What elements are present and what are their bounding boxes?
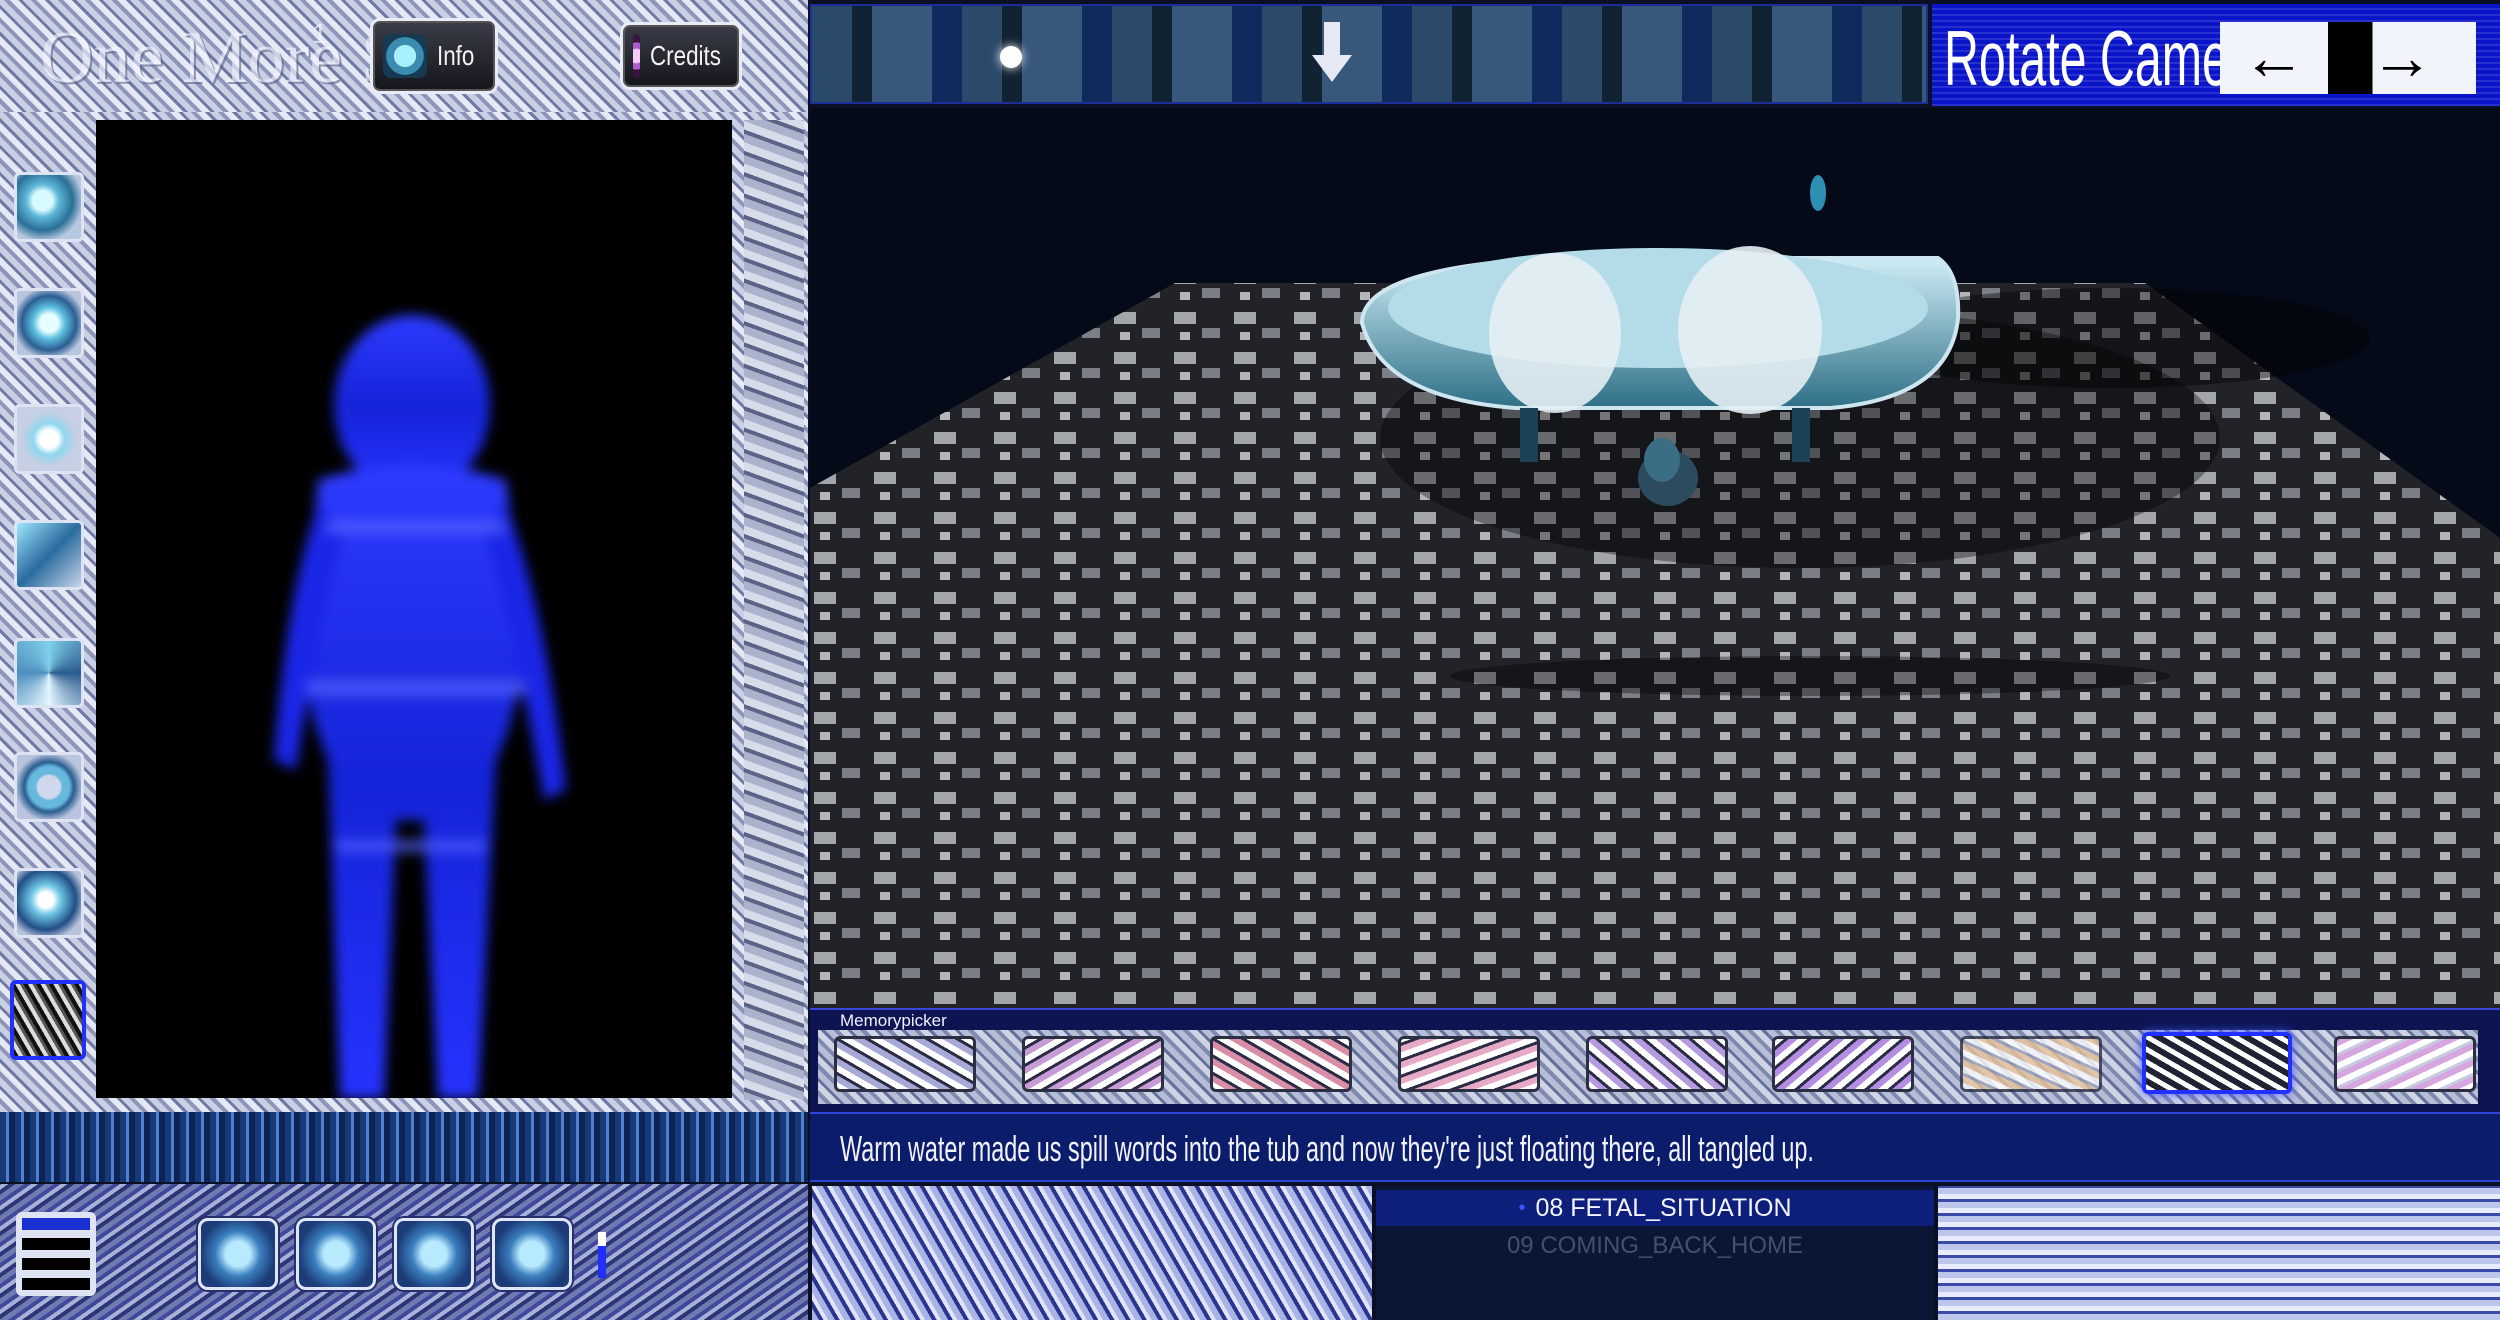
memory-item-9[interactable] [2334, 1036, 2476, 1092]
memory-item-7[interactable] [1960, 1036, 2102, 1092]
left-lower-strip [0, 1112, 808, 1182]
shard-icon [17, 523, 81, 587]
sidebar-item-8[interactable] [10, 980, 86, 1060]
character-figure [274, 315, 566, 1098]
dialogue-text: Warm water made us spill words into the … [840, 1128, 1814, 1169]
playlist-next-row[interactable]: 09 COMING_BACK_HOME [1376, 1228, 1934, 1264]
target-icon [397, 1221, 471, 1287]
sphere-icon [17, 175, 81, 239]
sliders-icon [201, 1221, 275, 1287]
noise-icon [14, 984, 82, 1056]
memory-item-3[interactable] [1210, 1036, 1352, 1092]
bubble-icon [17, 871, 81, 935]
dolphin-icon [495, 1221, 569, 1287]
bottom-texture-right [1938, 1186, 2500, 1320]
sidebar-item-1[interactable] [14, 172, 84, 242]
memory-item-8[interactable] [2142, 1032, 2292, 1094]
info-button[interactable]: Info [370, 18, 498, 94]
swirl-icon [17, 641, 81, 705]
sidebar [0, 120, 96, 1100]
sliders-button[interactable] [198, 1218, 278, 1290]
memory-item-6[interactable] [1772, 1036, 1914, 1092]
down-arrow-icon [1312, 22, 1352, 82]
sidebar-item-2[interactable] [14, 288, 84, 358]
target-button[interactable] [394, 1218, 474, 1290]
memory-item-4[interactable] [1398, 1036, 1540, 1092]
sidebar-item-6[interactable] [14, 752, 84, 822]
info-icon [383, 34, 427, 78]
credits-icon [633, 34, 641, 78]
version-mark: 1 [312, 18, 328, 49]
playlist-current-track: 08 FETAL_SITUATION [1535, 1193, 1792, 1222]
top-texture-strip [810, 4, 1928, 104]
credits-button[interactable]: Credits [620, 22, 742, 90]
sidebar-item-7[interactable] [14, 868, 84, 938]
bottom-texture-left [812, 1186, 1372, 1320]
rotate-right-button[interactable]: → [2328, 22, 2476, 94]
memory-item-2[interactable] [1022, 1036, 1164, 1092]
menu-button[interactable] [16, 1212, 96, 1296]
playlist-next-track: 09 COMING_BACK_HOME [1506, 1232, 1804, 1259]
crystal-icon [17, 291, 81, 355]
character-viewport [96, 120, 732, 1098]
sidebar-item-3[interactable] [14, 404, 84, 474]
rotate-left-button[interactable]: ← [2220, 22, 2328, 94]
rotate-camera-label: Rotate Camera [1944, 14, 2272, 102]
grid-button[interactable] [296, 1218, 376, 1290]
credits-label: Credits [650, 40, 722, 71]
light-orb [1000, 46, 1022, 68]
memory-item-1[interactable] [834, 1036, 976, 1092]
hamburger-icon [22, 1218, 90, 1290]
volume-slider[interactable] [598, 1232, 606, 1278]
playlist-panel: • 08 FETAL_SITUATION 09 COMING_BACK_HOME [1376, 1186, 1934, 1320]
scene-render [810, 175, 2500, 1008]
sidebar-item-4[interactable] [14, 520, 84, 590]
dolphin-button[interactable] [492, 1218, 572, 1290]
right-scroll-strip[interactable] [744, 120, 804, 1100]
playlist-current-row[interactable]: • 08 FETAL_SITUATION [1376, 1190, 1934, 1226]
eye-icon [17, 407, 81, 471]
ring-icon [17, 755, 81, 819]
arrow-right-icon: → [2370, 21, 2434, 93]
info-label: Info [437, 40, 475, 71]
scene-viewport[interactable] [810, 108, 2500, 1008]
arrow-left-icon: ← [2242, 21, 2306, 93]
sidebar-item-5[interactable] [14, 638, 84, 708]
grid-icon [299, 1221, 373, 1287]
now-playing-marker: • [1518, 1196, 1526, 1219]
dialogue-box: Warm water made us spill words into the … [810, 1112, 2500, 1182]
memory-item-5[interactable] [1586, 1036, 1728, 1092]
